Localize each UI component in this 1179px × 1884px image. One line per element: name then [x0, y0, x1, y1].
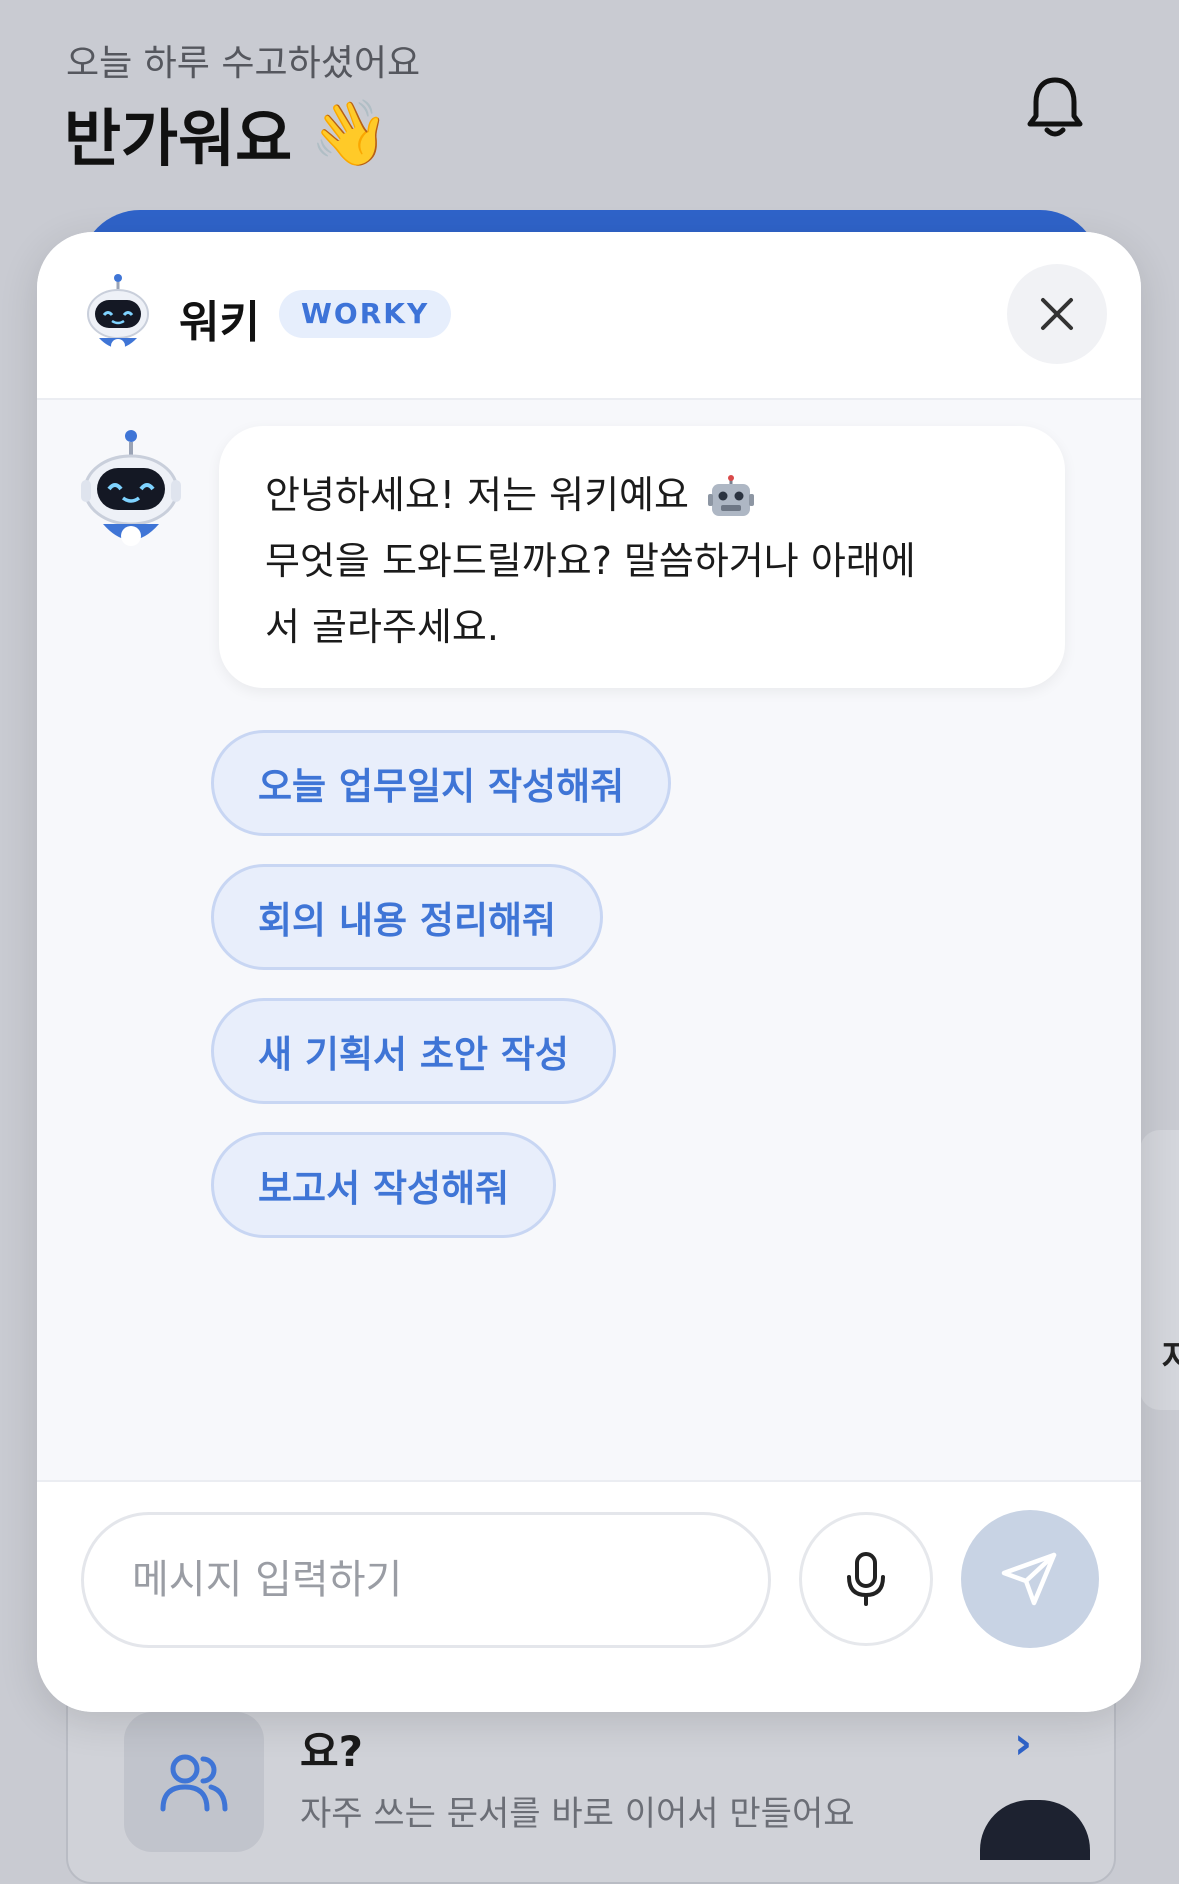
close-button[interactable] [1007, 264, 1107, 364]
microphone-button[interactable] [799, 1512, 933, 1646]
message-avatar-icon [81, 430, 181, 546]
message-line: 서 골라주세요. [265, 605, 499, 649]
card-question: 요? [300, 1727, 364, 1776]
microphone-icon [847, 1552, 885, 1606]
card-icon-tile [124, 1712, 264, 1852]
robot-face-icon [707, 474, 754, 516]
side-card-label: 자 [1162, 1338, 1179, 1378]
suggestion-chip[interactable]: 보고서 작성해줘 [211, 1132, 557, 1238]
send-icon [1001, 1552, 1057, 1606]
bell-icon[interactable] [1020, 72, 1090, 142]
suggestion-chip[interactable]: 회의 내용 정리해줘 [211, 864, 604, 970]
home-greeting: 오늘 하루 수고하셨어요 [66, 43, 421, 84]
card-subtitle: 자주 쓰는 문서를 바로 이어서 만들어요 [300, 1794, 855, 1834]
suggestion-chip[interactable]: 새 기획서 초안 작성 [211, 998, 616, 1104]
close-icon [1041, 298, 1073, 330]
message-line-1-text: 안녕하세요! 저는 워키예요 [265, 473, 689, 517]
chat-panel: 워키 WORKY 안녕하세요! 저는 워키예요 무엇을 도와드릴까요? 말씀하거… [37, 232, 1141, 1712]
home-title: 반가워요 👋 [64, 88, 390, 178]
home-side-card: 자 [1140, 1130, 1179, 1410]
message-line: 안녕하세요! 저는 워키예요 [265, 462, 1019, 528]
assistant-badge: WORKY [279, 290, 452, 338]
home-title-text: 반가워요 [64, 102, 293, 175]
chat-input-bar [37, 1480, 1141, 1712]
suggestion-chip[interactable]: 오늘 업무일지 작성해줘 [211, 730, 672, 836]
wave-emoji-icon: 👋 [310, 96, 390, 171]
assistant-message-bubble: 안녕하세요! 저는 워키예요 무엇을 도와드릴까요? 말씀하거나 아래에 서 골… [219, 426, 1065, 688]
message-line: 무엇을 도와드릴까요? 말씀하거나 아래에 [265, 539, 916, 583]
send-button[interactable] [961, 1510, 1099, 1648]
message-input[interactable] [81, 1512, 771, 1648]
chevron-right-icon[interactable]: › [1014, 1718, 1032, 1769]
robot-avatar-icon [87, 274, 149, 353]
chat-header: 워키 WORKY [37, 232, 1141, 400]
users-icon [160, 1754, 228, 1812]
assistant-name: 워키 [179, 297, 260, 348]
